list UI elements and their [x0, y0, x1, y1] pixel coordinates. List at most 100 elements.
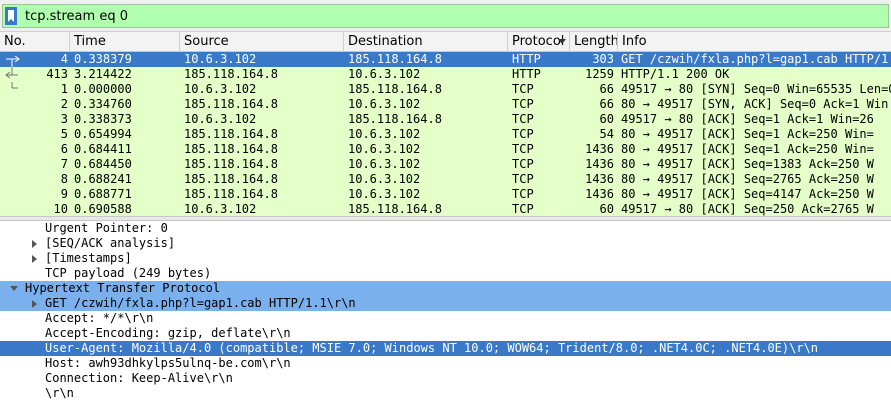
packet-protocol: TCP	[512, 187, 534, 201]
detail-tree-label: [SEQ/ACK analysis]	[45, 236, 176, 250]
packet-info: 49517 → 80 [ACK] Seq=1 Ack=1 Win=26	[621, 112, 874, 126]
packet-source: 185.118.164.8	[184, 187, 278, 201]
packet-length: 1436	[585, 142, 614, 156]
packet-source: 185.118.164.8	[184, 67, 278, 81]
packet-source: 185.118.164.8	[184, 157, 278, 171]
detail-tree-item[interactable]: User-Agent: Mozilla/4.0 (compatible; MSI…	[0, 341, 891, 356]
packet-protocol: TCP	[512, 157, 534, 171]
packet-time: 0.000000	[74, 82, 132, 96]
detail-tree-label: Connection: Keep-Alive\r\n	[45, 371, 233, 385]
packet-list-header: No. Time Source Destination Protocol Len…	[0, 32, 891, 52]
packet-destination: 10.6.3.102	[348, 157, 421, 171]
detail-tree-label: User-Agent: Mozilla/4.0 (compatible; MSI…	[45, 341, 819, 355]
packet-row[interactable]: 4 0.338379 10.6.3.102 185.118.164.8 HTTP 303 G…	[0, 52, 891, 67]
detail-tree-label: Accept-Encoding: gzip, deflate\r\n	[45, 326, 291, 340]
conversation-line-icon	[4, 157, 20, 172]
packet-protocol: TCP	[512, 172, 534, 186]
packet-destination: 10.6.3.102	[348, 67, 421, 81]
column-header-info[interactable]: Info	[618, 32, 891, 52]
detail-tree-item[interactable]: Host: awh93dhkylps5ulnq-be.com\r\n	[0, 356, 891, 371]
packet-row[interactable]: 10 0.690588 10.6.3.102 185.118.164.8 TCP 60 49…	[0, 202, 891, 216]
packet-row[interactable]: 2 0.334760 185.118.164.8 10.6.3.102 TCP 66 80 …	[0, 97, 891, 112]
conversation-line-icon	[4, 82, 20, 97]
packet-info: 80 → 49517 [ACK] Seq=1 Ack=250 Win=	[621, 142, 874, 156]
detail-tree-item[interactable]: Connection: Keep-Alive\r\n	[0, 371, 891, 386]
detail-tree-label: \r\n	[45, 386, 74, 400]
packet-info: 80 → 49517 [ACK] Seq=4147 Ack=250 W	[621, 187, 874, 201]
packet-length: 66	[599, 97, 614, 111]
packet-time: 0.684450	[74, 157, 132, 171]
detail-tree-item[interactable]: GET /czwih/fxla.php?l=gap1.cab HTTP/1.1\…	[0, 296, 891, 311]
conversation-line-icon	[4, 112, 20, 127]
detail-tree-item[interactable]: [Timestamps]	[0, 251, 891, 266]
packet-protocol: TCP	[512, 97, 534, 111]
expand-right-icon[interactable]	[28, 296, 40, 311]
packet-length: 1436	[585, 157, 614, 171]
column-header-time[interactable]: Time	[70, 32, 180, 52]
packet-time: 0.334760	[74, 97, 132, 111]
packet-row[interactable]: 413 3.214422 185.118.164.8 10.6.3.102 HTTP 12…	[0, 67, 891, 82]
expand-right-icon[interactable]	[28, 251, 40, 266]
detail-tree-item[interactable]: Accept: */*\r\n	[0, 311, 891, 326]
packet-time: 0.684411	[74, 142, 132, 156]
packet-info: 49517 → 80 [ACK] Seq=250 Ack=2765 W	[621, 202, 874, 216]
detail-tree-label: Urgent Pointer: 0	[45, 221, 168, 235]
packet-info: 80 → 49517 [ACK] Seq=1383 Ack=250 W	[621, 157, 874, 171]
packet-list: No. Time Source Destination Protocol Len…	[0, 32, 891, 216]
packet-protocol: TCP	[512, 82, 534, 96]
packet-length: 66	[599, 82, 614, 96]
column-header-length[interactable]: Length	[570, 32, 618, 52]
packet-destination: 10.6.3.102	[348, 97, 421, 111]
packet-destination: 185.118.164.8	[348, 52, 442, 66]
bookmark-icon[interactable]	[3, 5, 19, 27]
request-arrow-icon	[4, 52, 20, 67]
packet-destination: 10.6.3.102	[348, 142, 421, 156]
detail-tree-label: Accept: */*\r\n	[45, 311, 154, 325]
detail-tree-label: [Timestamps]	[45, 251, 132, 265]
packet-protocol: HTTP	[512, 52, 541, 66]
packet-time: 0.654994	[74, 127, 132, 141]
packet-length: 54	[599, 127, 614, 141]
packet-row[interactable]: 3 0.338373 10.6.3.102 185.118.164.8 TCP 60 495…	[0, 112, 891, 127]
detail-tree-item[interactable]: TCP payload (249 bytes)	[0, 266, 891, 281]
expand-down-icon[interactable]	[8, 281, 20, 296]
packet-length: 1259	[585, 67, 614, 81]
packet-time: 0.688241	[74, 172, 132, 186]
display-filter-text: tcp.stream eq 0	[25, 8, 128, 24]
packet-destination: 10.6.3.102	[348, 187, 421, 201]
detail-tree-item[interactable]: Urgent Pointer: 0	[0, 221, 891, 236]
packet-info: 49517 → 80 [SYN] Seq=0 Win=65535 Len=0	[621, 82, 891, 96]
packet-row[interactable]: 9 0.688771 185.118.164.8 10.6.3.102 TCP 1436 8…	[0, 187, 891, 202]
conversation-line-icon	[4, 172, 20, 187]
detail-tree-item[interactable]: [SEQ/ACK analysis]	[0, 236, 891, 251]
column-header-no[interactable]: No.	[0, 32, 70, 52]
packet-protocol: TCP	[512, 127, 534, 141]
detail-tree-label: Host: awh93dhkylps5ulnq-be.com\r\n	[45, 356, 291, 370]
packet-protocol: TCP	[512, 112, 534, 126]
sort-descending-icon	[558, 39, 566, 44]
expand-right-icon[interactable]	[28, 236, 40, 251]
packet-row[interactable]: 7 0.684450 185.118.164.8 10.6.3.102 TCP 1436 8…	[0, 157, 891, 172]
column-header-source[interactable]: Source	[180, 32, 344, 52]
column-header-destination[interactable]: Destination	[344, 32, 508, 52]
packet-destination: 10.6.3.102	[348, 172, 421, 186]
packet-info: GET /czwih/fxla.php?l=gap1.cab HTTP/1.1	[621, 52, 891, 66]
packet-info: HTTP/1.1 200 OK	[621, 67, 730, 81]
display-filter-input[interactable]: tcp.stream eq 0	[2, 4, 889, 28]
conversation-line-icon	[4, 187, 20, 202]
conversation-line-icon	[4, 97, 20, 112]
detail-tree-label: TCP payload (249 bytes)	[45, 266, 212, 280]
packet-protocol: HTTP	[512, 67, 541, 81]
packet-row[interactable]: 8 0.688241 185.118.164.8 10.6.3.102 TCP 1436 8…	[0, 172, 891, 187]
detail-tree-item[interactable]: Hypertext Transfer Protocol	[0, 281, 891, 296]
packet-time: 3.214422	[74, 67, 132, 81]
packet-row[interactable]: 6 0.684411 185.118.164.8 10.6.3.102 TCP 1436 8…	[0, 142, 891, 157]
packet-source: 185.118.164.8	[184, 97, 278, 111]
detail-tree-label: Hypertext Transfer Protocol	[25, 281, 221, 295]
packet-row[interactable]: 5 0.654994 185.118.164.8 10.6.3.102 TCP 54 80 …	[0, 127, 891, 142]
detail-tree-item[interactable]: Accept-Encoding: gzip, deflate\r\n	[0, 326, 891, 341]
packet-destination: 10.6.3.102	[348, 127, 421, 141]
detail-tree-item[interactable]: \r\n	[0, 386, 891, 401]
packet-row[interactable]: 1 0.000000 10.6.3.102 185.118.164.8 TCP 66 495…	[0, 82, 891, 97]
packet-protocol: TCP	[512, 202, 534, 216]
